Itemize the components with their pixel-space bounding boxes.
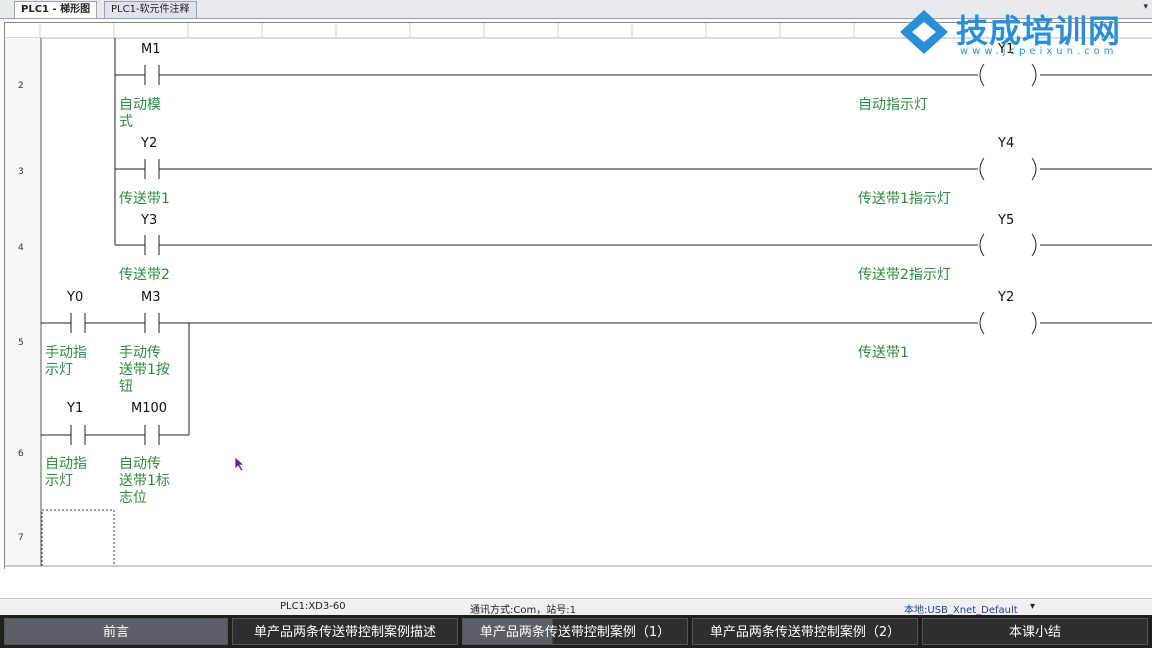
- contact-comment: 自动模 式: [119, 97, 161, 130]
- contact-comment: 传送带2: [119, 267, 170, 283]
- coil-label-y2[interactable]: Y2: [998, 290, 1014, 305]
- course-nav-bar: 前言 单产品两条传送带控制案例描述 单产品两条传送带控制案例（1） 单产品两条传…: [0, 615, 1152, 648]
- contact-label-y3[interactable]: Y3: [141, 213, 157, 228]
- contact-label-m100[interactable]: M100: [131, 401, 167, 416]
- connection-select[interactable]: 本地:USB_Xnet_Default: [904, 601, 1018, 616]
- plc-model-status: PLC1:XD3-60: [280, 601, 346, 612]
- comm-mode-status: 通讯方式:Com，站号:1: [470, 605, 576, 616]
- contact-label-m3[interactable]: M3: [141, 290, 161, 305]
- nav-case-part-2[interactable]: 单产品两条传送带控制案例（2）: [692, 618, 918, 645]
- row-number: 5: [18, 338, 24, 348]
- ladder-diagram: [5, 23, 1152, 567]
- coil-comment: 自动指示灯: [858, 97, 928, 113]
- coil-label-y4[interactable]: Y4: [998, 136, 1014, 151]
- coil-comment: 传送带1指示灯: [858, 191, 951, 207]
- coil-comment: 传送带2指示灯: [858, 267, 951, 283]
- row-number: 7: [18, 533, 24, 543]
- nav-preface[interactable]: 前言: [4, 618, 228, 645]
- contact-comment: 手动传 送带1按 钮: [119, 345, 170, 395]
- contact-comment: 自动指 示灯: [45, 456, 87, 489]
- contact-comment: 传送带1: [119, 191, 170, 207]
- contact-label-y1[interactable]: Y1: [67, 401, 83, 416]
- row-number: 6: [18, 449, 24, 459]
- contact-comment: 手动指 示灯: [45, 345, 87, 378]
- diamond-logo-icon: [900, 10, 948, 54]
- contact-label-y2[interactable]: Y2: [141, 136, 157, 151]
- row-number: 2: [18, 81, 24, 91]
- row-number: 3: [18, 167, 24, 177]
- contact-label-m1[interactable]: M1: [141, 42, 161, 57]
- logo-subtitle: www.jcpeixun.com: [960, 46, 1118, 57]
- row-number: 4: [18, 243, 24, 253]
- nav-case-part-1[interactable]: 单产品两条传送带控制案例（1）: [462, 618, 688, 645]
- status-bar: PLC1:XD3-60 通讯方式:Com，站号:1 本地:USB_Xnet_De…: [0, 598, 1152, 616]
- contact-label-y0[interactable]: Y0: [67, 290, 83, 305]
- coil-comment: 传送带1: [858, 345, 909, 361]
- nav-case-description[interactable]: 单产品两条传送带控制案例描述: [232, 618, 458, 645]
- contact-comment: 自动传 送带1标 志位: [119, 456, 170, 506]
- mouse-cursor-icon: [234, 456, 246, 472]
- coil-label-y5[interactable]: Y5: [998, 213, 1014, 228]
- jcpeixun-logo: 技成培训网 www.jcpeixun.com: [896, 6, 1146, 62]
- chevron-down-icon[interactable]: ▾: [1030, 601, 1035, 612]
- nav-summary[interactable]: 本课小结: [922, 618, 1148, 645]
